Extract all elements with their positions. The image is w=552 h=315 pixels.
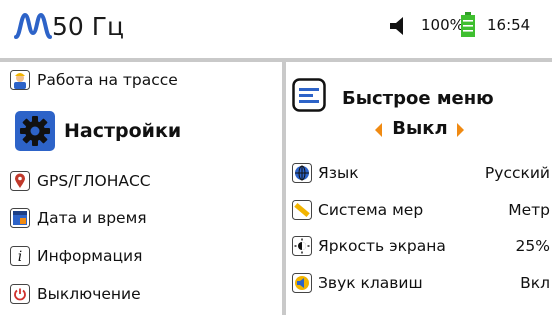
quick-menu-value[interactable]: Выкл	[387, 118, 453, 139]
setting-name: Звук клавиш	[318, 274, 423, 292]
signal-wave-icon	[14, 12, 52, 39]
speaker-icon[interactable]	[388, 16, 410, 36]
menu-item-shutdown[interactable]: Выключение	[10, 279, 141, 309]
chevron-left-icon[interactable]	[373, 122, 383, 138]
menu-item-datetime[interactable]: Дата и время	[10, 203, 147, 233]
menu-item-label: Работа на трассе	[37, 71, 178, 89]
battery-icon	[461, 12, 475, 37]
worker-icon	[10, 70, 30, 90]
battery-percent: 100%	[421, 16, 464, 34]
setting-name: Система мер	[318, 201, 424, 219]
setting-row-units[interactable]: Система мер Метр	[292, 198, 550, 222]
frequency-label: 50 Гц	[52, 12, 125, 41]
quick-menu-title: Быстрое меню	[342, 88, 494, 109]
setting-value: Метр	[508, 201, 550, 219]
setting-row-brightness[interactable]: Яркость экрана 25%	[292, 234, 550, 258]
setting-value: Русский	[484, 164, 550, 182]
key-sound-icon	[292, 273, 312, 293]
power-icon	[10, 284, 30, 304]
info-icon: i	[10, 246, 30, 266]
menu-item-label: Дата и время	[37, 209, 147, 227]
brightness-icon	[292, 236, 312, 256]
menu-item-info[interactable]: i Информация	[10, 241, 142, 271]
menu-item-gps[interactable]: GPS/ГЛОНАСС	[10, 166, 151, 196]
clock: 16:54	[487, 16, 531, 34]
globe-icon	[292, 163, 312, 183]
location-pin-icon	[10, 171, 30, 191]
status-header: 50 Гц 100% 16:54	[0, 0, 552, 58]
setting-name: Язык	[318, 164, 359, 182]
menu-item-label: Информация	[37, 247, 143, 265]
ruler-icon	[292, 200, 312, 220]
chevron-right-icon[interactable]	[456, 122, 466, 138]
setting-row-language[interactable]: Язык Русский	[292, 161, 550, 185]
calendar-icon	[10, 208, 30, 228]
setting-value: Вкл	[520, 274, 550, 292]
menu-item-label: GPS/ГЛОНАСС	[37, 172, 151, 190]
svg-text:i: i	[18, 249, 22, 265]
setting-value: 25%	[515, 237, 550, 255]
menu-item-label: Настройки	[64, 120, 182, 142]
setting-name: Яркость экрана	[318, 237, 446, 255]
menu-item-work[interactable]: Работа на трассе	[10, 65, 178, 95]
device-screen: 50 Гц 100% 16:54 Работа на трассе Настро…	[0, 0, 552, 315]
menu-lines-icon	[292, 78, 326, 112]
menu-item-label: Выключение	[37, 285, 141, 303]
menu-item-settings[interactable]: Настройки	[14, 108, 181, 154]
gear-icon	[15, 111, 55, 151]
setting-row-key-sound[interactable]: Звук клавиш Вкл	[292, 271, 550, 295]
